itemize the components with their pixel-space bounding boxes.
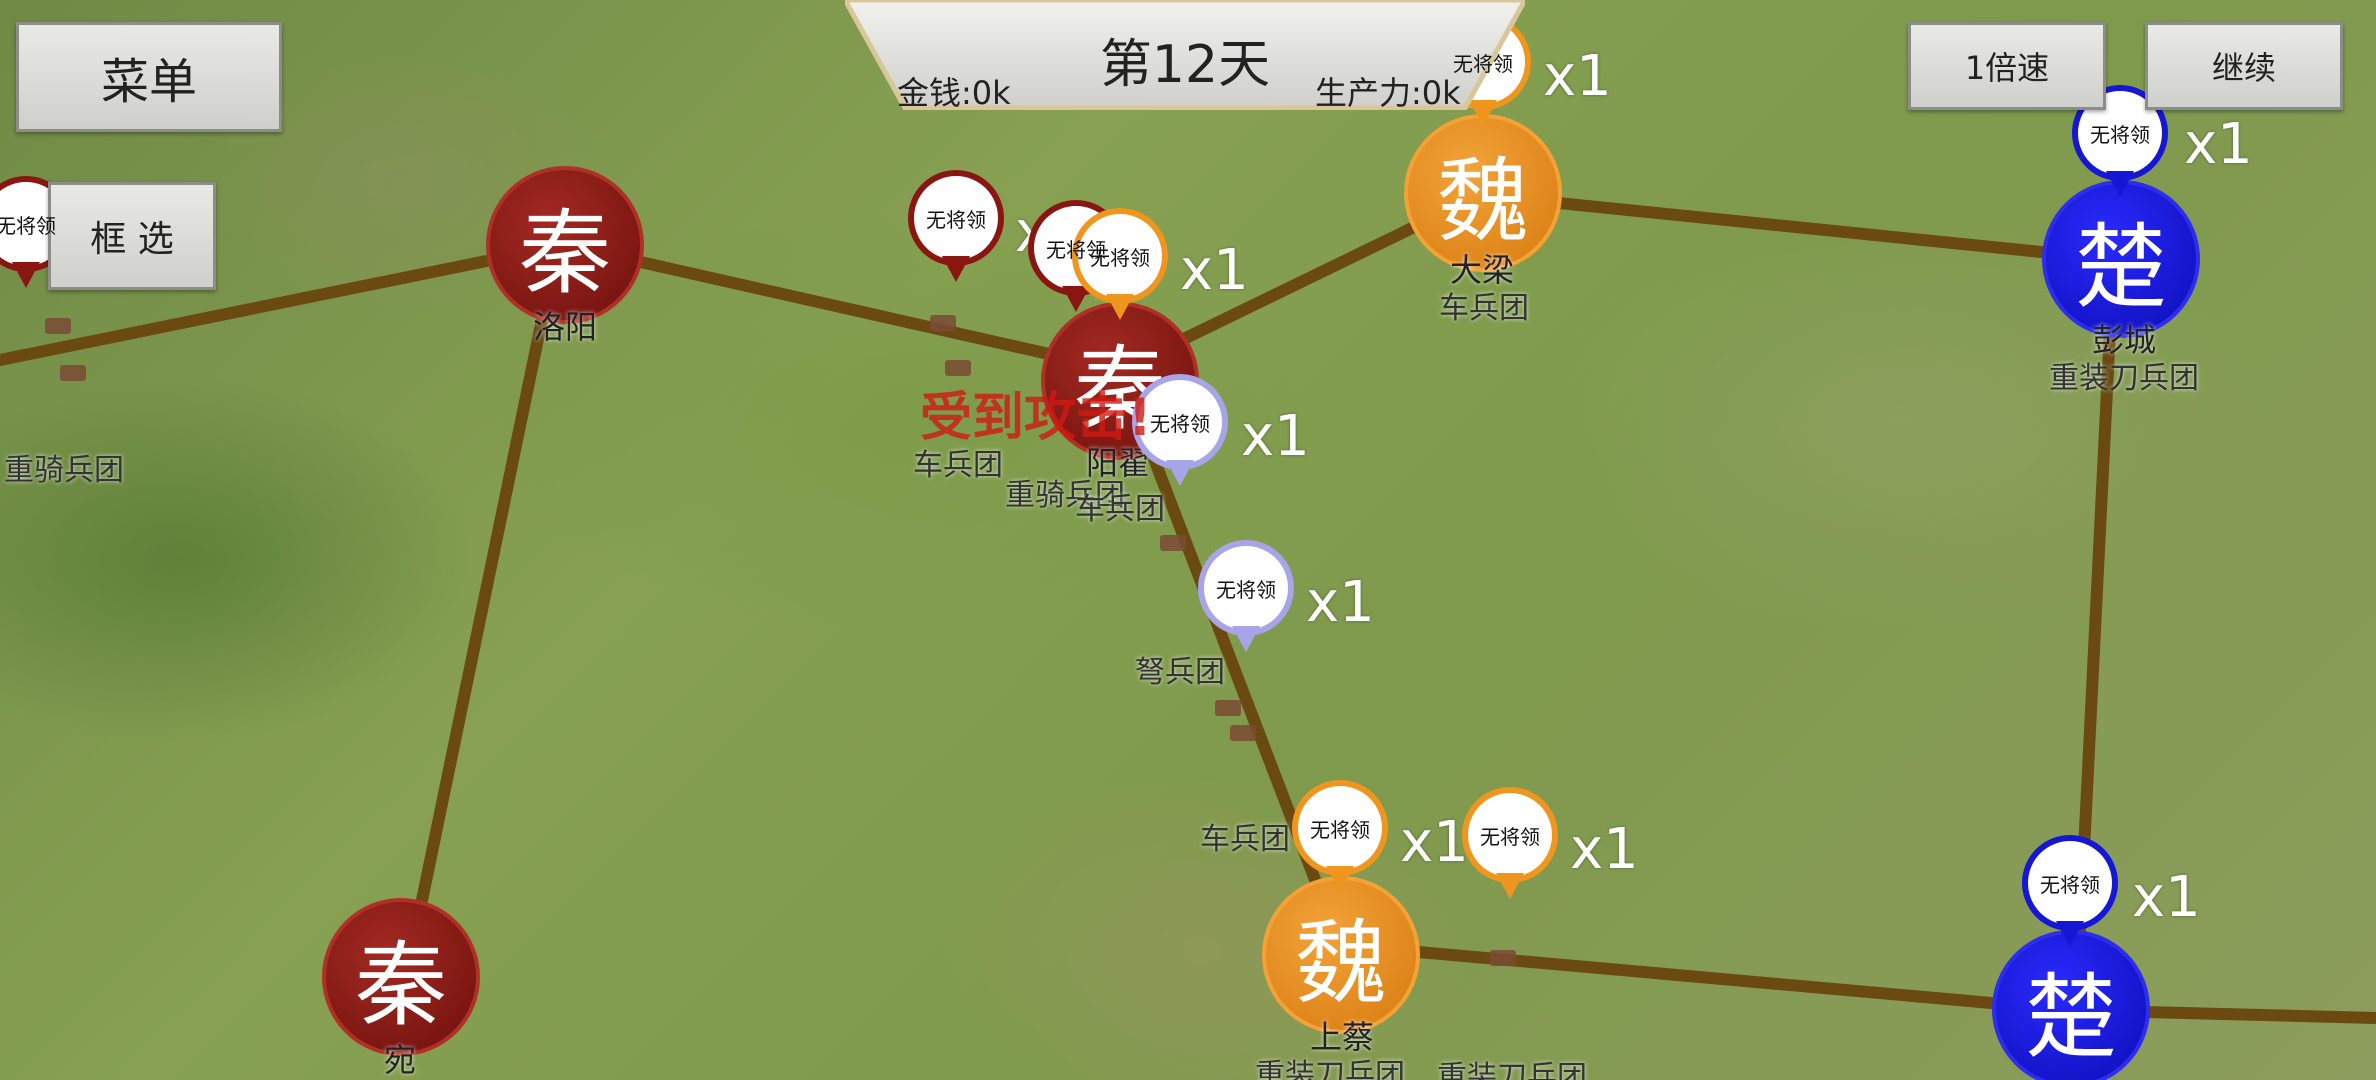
troop-marker [1490, 950, 1516, 966]
army-count: x1 [1306, 570, 1375, 635]
unit-label: 重装刀兵团 [1255, 1058, 1405, 1080]
general-label: 无将领 [2040, 872, 2100, 897]
unit-label: 车兵团 [1439, 291, 1529, 326]
unit-label: 弩兵团 [1135, 655, 1225, 690]
army-count: x1 [1180, 238, 1249, 303]
city-faction: 秦 [354, 931, 447, 1039]
general-label: 无将领 [1090, 245, 1150, 270]
army-count: x1 [2132, 865, 2201, 930]
troop-marker [1215, 700, 1241, 716]
status-banner: 第12天 金钱:0k 生产力:0k [845, 0, 1525, 112]
city-name: 宛 [383, 1041, 417, 1079]
army-count: x1 [1241, 404, 1310, 469]
road [1474, 189, 2126, 266]
general-label: 无将领 [926, 207, 986, 232]
unit-label: 重骑兵团 [4, 453, 124, 488]
city-faction: 魏 [1436, 147, 1529, 255]
troop-marker [930, 315, 956, 331]
speed-button[interactable]: 1倍速 [1908, 22, 2106, 110]
general-label: 无将领 [1310, 817, 1370, 842]
troop-marker [60, 365, 86, 381]
city-faction: 楚 [2024, 963, 2117, 1071]
road [414, 299, 551, 916]
troop-marker [1160, 535, 1186, 551]
army-pin[interactable]: 无将领 [1292, 780, 1388, 876]
under-attack-text: 受到攻击! [920, 388, 1152, 448]
menu-button[interactable]: 菜单 [16, 22, 282, 132]
general-label: 无将领 [1216, 577, 1276, 602]
money-display: 金钱:0k [897, 74, 1011, 112]
unit-label: 车兵团 [1075, 492, 1165, 527]
army-pin[interactable]: 无将领 [2022, 835, 2118, 931]
army-pin[interactable]: 无将领 [1198, 540, 1294, 636]
general-label: 无将领 [0, 213, 56, 238]
city-name: 洛阳 [532, 308, 598, 346]
troop-marker [945, 360, 971, 376]
box-select-button[interactable]: 框 选 [48, 182, 216, 290]
general-label: 无将领 [1453, 51, 1513, 76]
unit-label: 重装刀兵团 [2049, 361, 2199, 396]
army-count: x1 [2184, 112, 2253, 177]
general-label: 无将领 [1150, 411, 1210, 436]
army-pin[interactable]: 无将领 [1462, 787, 1558, 883]
city-wei-shangcai[interactable]: 魏 [1262, 876, 1420, 1034]
general-label: 无将领 [1480, 824, 1540, 849]
army-pin[interactable]: 无将领 [908, 170, 1004, 266]
city-qin-luoyang[interactable]: 秦 [486, 166, 644, 324]
city-chu-south[interactable]: 楚 [1992, 930, 2150, 1080]
unit-label: 重装刀兵团 [1437, 1060, 1587, 1080]
road [1334, 939, 2076, 1016]
army-count: x1 [1570, 817, 1639, 882]
army-count: x1 [1400, 810, 1469, 875]
city-faction: 楚 [2074, 213, 2167, 321]
production-display: 生产力:0k [1315, 74, 1461, 112]
general-label: 无将领 [2090, 122, 2150, 147]
city-faction: 秦 [518, 199, 611, 307]
city-faction: 魏 [1294, 909, 1387, 1017]
strategy-map[interactable]: 秦 洛阳 秦 阳翟 重骑兵团 秦 宛 魏 大梁 车兵团 魏 上蔡 重装刀兵团 楚… [0, 0, 2376, 1080]
city-qin-wan[interactable]: 秦 [322, 898, 480, 1056]
army-count: x1 [1543, 44, 1612, 109]
continue-button[interactable]: 继续 [2145, 22, 2343, 110]
troop-marker [1230, 725, 1256, 741]
troop-marker [45, 318, 71, 334]
unit-label: 车兵团 [1200, 822, 1290, 857]
